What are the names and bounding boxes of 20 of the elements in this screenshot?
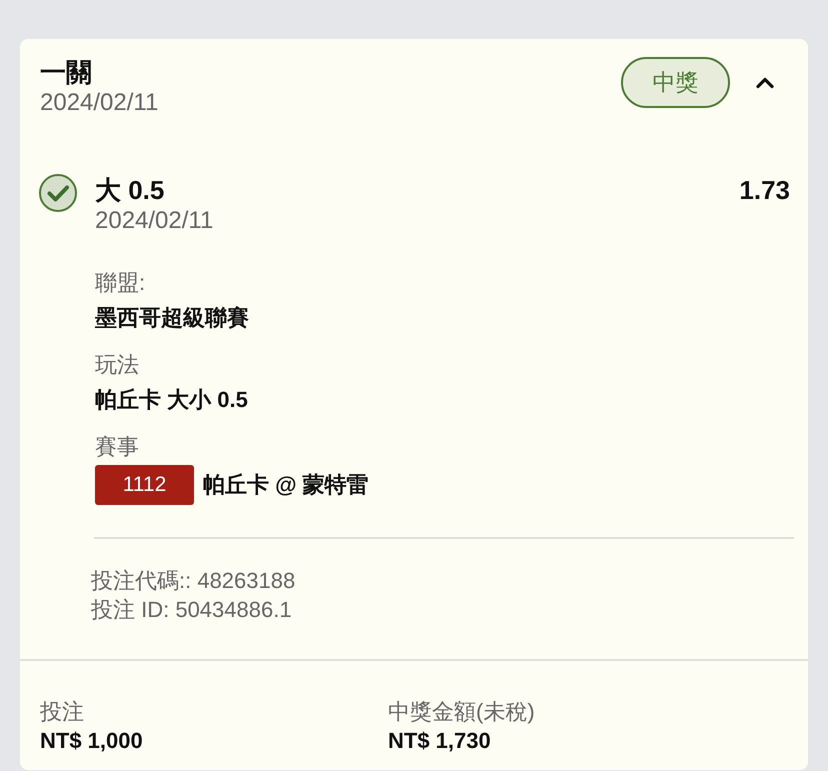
- bet-date: 2024/02/11: [40, 88, 158, 118]
- summary-value: NT$ 1,000: [40, 727, 143, 755]
- match-teams: 帕丘卡 @ 蒙特雷: [203, 471, 369, 499]
- detail-label: 玩法: [95, 351, 139, 379]
- bet-reference: 投注 ID: 50434886.1: [91, 596, 292, 624]
- summary-value: NT$ 1,730: [388, 727, 491, 755]
- detail-value: 帕丘卡 大小 0.5: [95, 386, 248, 414]
- selection-date: 2024/02/11: [95, 206, 214, 236]
- bet-title: 一關: [40, 56, 92, 88]
- selection-pick: 大 0.5: [95, 174, 164, 206]
- odds-value: 1.73: [739, 174, 790, 206]
- chevron-up-icon: [755, 76, 775, 89]
- detail-value: 墨西哥超級聯賽: [95, 304, 249, 332]
- summary-label: 投注: [40, 698, 84, 726]
- bet-reference: 投注代碼:: 48263188: [91, 567, 296, 595]
- match-number: 1112: [95, 465, 194, 505]
- detail-label: 賽事: [95, 433, 139, 461]
- status-badge: 中獎: [621, 57, 730, 108]
- detail-label: 聯盟:: [95, 269, 146, 297]
- summary-label: 中獎金額(未稅): [388, 698, 535, 726]
